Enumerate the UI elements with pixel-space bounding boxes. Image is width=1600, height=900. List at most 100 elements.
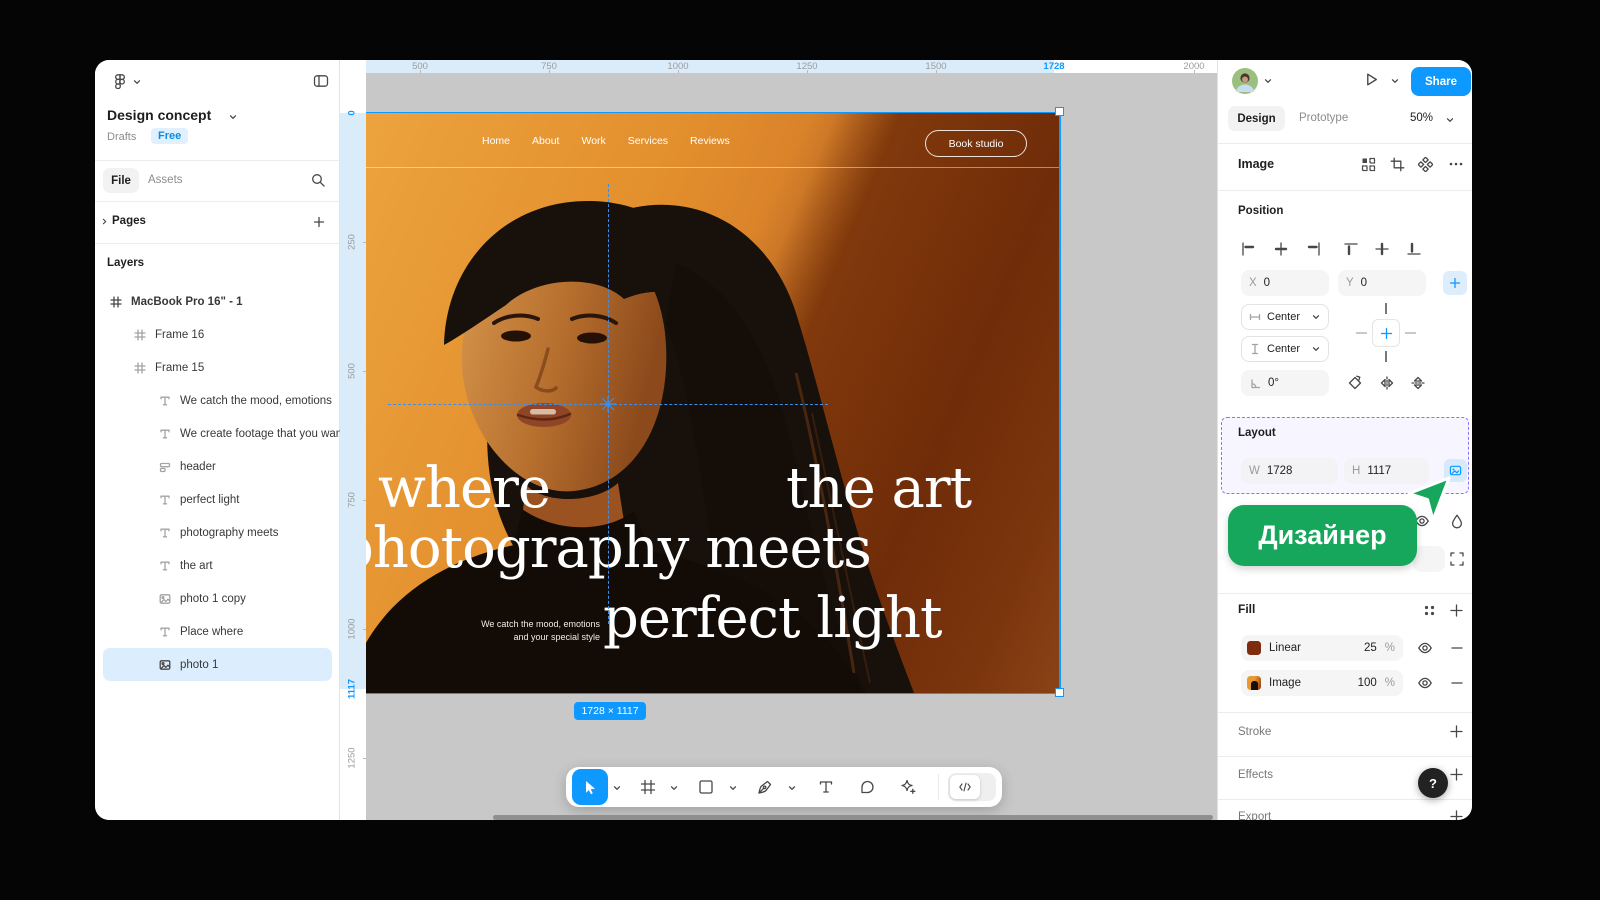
layer-row-section[interactable]: header: [95, 450, 340, 483]
shape-tool-icon[interactable]: [698, 779, 714, 795]
horizontal-constraint-dropdown[interactable]: Center: [1241, 304, 1329, 330]
add-page-icon[interactable]: [312, 215, 326, 229]
actions-tool-icon[interactable]: [900, 779, 916, 795]
canvas[interactable]: 500 750 1000 1250 1500 1728 2000 0 250 5…: [340, 60, 1217, 820]
layer-row-text[interactable]: Place where: [95, 615, 340, 648]
align-bottom-icon[interactable]: [1406, 241, 1422, 257]
eye-icon[interactable]: [1417, 675, 1433, 691]
remove-fill-icon[interactable]: [1449, 675, 1465, 691]
layer-row-text[interactable]: We catch the mood, emotions: [95, 384, 340, 417]
add-stroke-icon[interactable]: [1449, 724, 1464, 739]
book-studio-button[interactable]: Book studio: [925, 130, 1027, 157]
add-fill-icon[interactable]: [1449, 603, 1464, 618]
add-export-icon[interactable]: [1449, 809, 1464, 820]
selection-handle-bottom-right[interactable]: [1055, 688, 1064, 697]
chevron-right-icon[interactable]: [100, 217, 109, 226]
help-button[interactable]: ?: [1418, 768, 1448, 798]
x-position-input[interactable]: X 0: [1241, 270, 1329, 296]
add-effect-icon[interactable]: [1449, 767, 1464, 782]
constraints-widget-center[interactable]: [1372, 319, 1400, 347]
fill-opacity-value[interactable]: 25: [1364, 642, 1377, 654]
chevron-down-icon[interactable]: [228, 112, 238, 122]
chevron-down-icon[interactable]: [1263, 76, 1273, 86]
vertical-constraint-dropdown[interactable]: Center: [1241, 336, 1329, 362]
align-right-icon[interactable]: [1306, 241, 1322, 257]
styles-icon[interactable]: [1422, 603, 1437, 618]
constraint-tick-right[interactable]: [1405, 332, 1416, 334]
tab-design[interactable]: Design: [1228, 106, 1285, 131]
nav-link[interactable]: Reviews: [690, 135, 730, 147]
text-tool-icon[interactable]: [818, 779, 834, 795]
frame-tool-chevron-icon[interactable]: [669, 783, 679, 793]
shape-tool-chevron-icon[interactable]: [728, 783, 738, 793]
layer-row-text[interactable]: We create footage that you want: [95, 417, 340, 450]
flip-vertical-icon[interactable]: [1410, 375, 1426, 391]
expand-icon[interactable]: [1449, 551, 1465, 567]
align-left-icon[interactable]: [1240, 241, 1256, 257]
present-chevron-icon[interactable]: [1390, 76, 1400, 86]
layer-row-frame[interactable]: Frame 15: [95, 351, 340, 384]
align-top-icon[interactable]: [1343, 241, 1359, 257]
linear-fill-swatch[interactable]: [1247, 641, 1261, 655]
zoom-chevron-icon[interactable]: [1445, 115, 1455, 125]
nav-link[interactable]: Services: [628, 135, 668, 147]
width-input[interactable]: W 1728: [1241, 458, 1338, 484]
dev-mode-toggle[interactable]: [948, 773, 996, 801]
add-position-property-button[interactable]: [1443, 271, 1467, 295]
comment-tool-icon[interactable]: [859, 779, 875, 795]
fill-opacity-value[interactable]: 100: [1358, 677, 1377, 689]
breadcrumb[interactable]: Drafts: [107, 131, 136, 143]
fill-row-linear[interactable]: Linear 25 %: [1241, 635, 1403, 661]
constraint-tick-top[interactable]: [1385, 303, 1387, 314]
eye-icon[interactable]: [1417, 640, 1433, 656]
pen-tool-icon[interactable]: [757, 779, 773, 795]
crop-icon[interactable]: [1390, 157, 1405, 172]
component-icon[interactable]: [1418, 157, 1433, 172]
nav-link[interactable]: Work: [581, 135, 605, 147]
present-icon[interactable]: [1363, 71, 1380, 88]
tab-prototype[interactable]: Prototype: [1299, 112, 1348, 124]
tab-assets[interactable]: Assets: [148, 174, 183, 186]
collapse-sidebar-icon[interactable]: [313, 73, 329, 89]
avatar[interactable]: [1232, 68, 1258, 94]
rotate-icon[interactable]: [1347, 375, 1363, 391]
chevron-down-icon[interactable]: [132, 77, 142, 87]
layer-row-text[interactable]: photography meets: [95, 516, 340, 549]
share-button[interactable]: Share: [1411, 67, 1471, 96]
appearance-input-partial[interactable]: [1413, 546, 1445, 572]
align-horizontal-center-icon[interactable]: [1273, 241, 1289, 257]
image-fill-thumbnail[interactable]: [1247, 676, 1261, 690]
figma-logo-icon[interactable]: [112, 73, 128, 89]
selected-image-frame[interactable]: Home About Work Services Reviews Book st…: [366, 113, 1060, 693]
pages-header[interactable]: Pages: [112, 215, 146, 227]
constraint-tick-bottom[interactable]: [1385, 351, 1387, 362]
layer-row-text[interactable]: perfect light: [95, 483, 340, 516]
remove-fill-icon[interactable]: [1449, 640, 1465, 656]
layer-row-text[interactable]: the art: [95, 549, 340, 582]
tab-file[interactable]: File: [103, 168, 139, 193]
nav-link[interactable]: About: [532, 135, 559, 147]
headline-where: where: [378, 461, 550, 517]
search-icon[interactable]: [310, 172, 326, 188]
layer-row-frame[interactable]: Frame 16: [95, 318, 340, 351]
align-vertical-center-icon[interactable]: [1374, 241, 1390, 257]
move-tool-chevron-icon[interactable]: [612, 783, 622, 793]
constraint-tick-left[interactable]: [1356, 332, 1367, 334]
selection-handle-top-right[interactable]: [1055, 107, 1064, 116]
horizontal-scrollbar[interactable]: [493, 815, 1213, 820]
nav-link[interactable]: Home: [482, 135, 510, 147]
layer-row-image[interactable]: photo 1 copy: [95, 582, 340, 615]
flip-horizontal-icon[interactable]: [1379, 375, 1395, 391]
fill-opacity-unit: %: [1385, 642, 1395, 654]
frame-tool-icon[interactable]: [640, 779, 656, 795]
y-position-input[interactable]: Y 0: [1338, 270, 1426, 296]
instance-icon[interactable]: [1361, 157, 1376, 172]
zoom-level[interactable]: 50%: [1410, 112, 1433, 124]
more-options-icon[interactable]: [1449, 160, 1463, 168]
layer-row-image-selected[interactable]: photo 1: [103, 648, 332, 681]
move-tool-button[interactable]: [572, 769, 608, 805]
pen-tool-chevron-icon[interactable]: [787, 783, 797, 793]
rotation-input[interactable]: 0°: [1241, 370, 1329, 396]
layer-row-frame[interactable]: MacBook Pro 16" - 1: [95, 285, 340, 318]
fill-row-image[interactable]: Image 100 %: [1241, 670, 1403, 696]
